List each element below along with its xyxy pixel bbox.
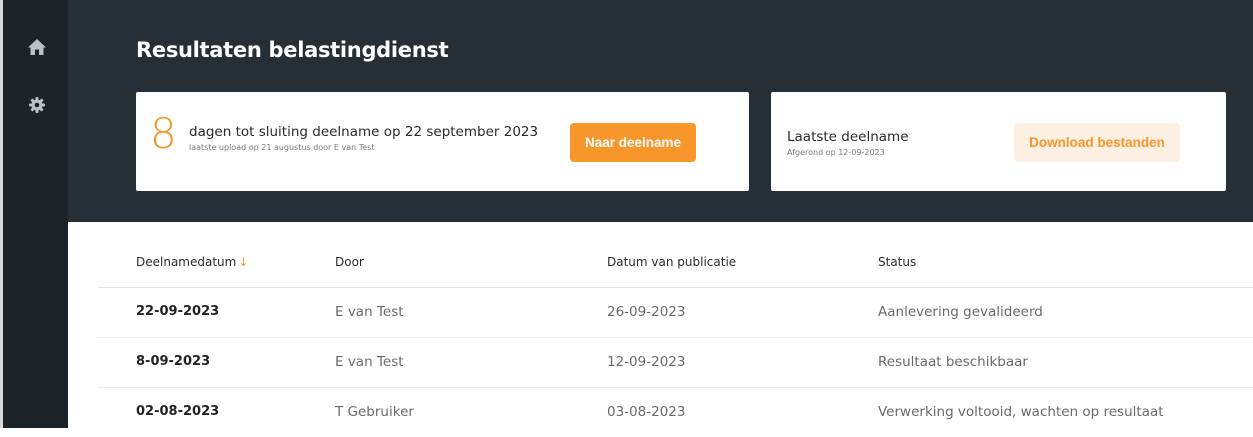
countdown-card: 8 dagen tot sluiting deelname op 22 sept…	[136, 92, 749, 191]
table-row[interactable]: 8-09-2023 E van Test 12-09-2023 Resultaa…	[98, 338, 1253, 388]
column-header-submission-date[interactable]: Deelnamedatum ↓	[136, 255, 248, 269]
cell-publication-date: 12-09-2023	[607, 354, 686, 370]
header-panel: Resultaten belastingdienst 8 dagen tot s…	[68, 0, 1253, 222]
column-header-publication-date[interactable]: Datum van publicatie	[607, 255, 736, 269]
sidebar	[3, 0, 68, 428]
cell-by: T Gebruiker	[335, 404, 414, 420]
last-upload-text: laatste upload op 21 augustus door E van…	[189, 143, 375, 152]
column-header-label: Deelnamedatum	[136, 255, 237, 269]
cell-publication-date: 26-09-2023	[607, 304, 686, 320]
go-to-submission-button[interactable]: Naar deelname	[570, 123, 696, 162]
cell-by: E van Test	[335, 354, 404, 370]
table-row[interactable]: 22-09-2023 E van Test 26-09-2023 Aanleve…	[98, 288, 1253, 338]
cell-submission-date: 22-09-2023	[136, 304, 220, 319]
sort-arrow-icon: ↓	[238, 255, 249, 269]
app-window: Resultaten belastingdienst 8 dagen tot s…	[0, 0, 1253, 428]
table-header: Deelnamedatum ↓ Door Datum van publicatie…	[98, 238, 1253, 288]
results-table: Deelnamedatum ↓ Door Datum van publicatie…	[98, 238, 1253, 437]
cell-status: Resultaat beschikbaar	[878, 354, 1028, 370]
cell-status: Aanlevering gevalideerd	[878, 304, 1043, 320]
cell-submission-date: 02-08-2023	[136, 404, 220, 419]
home-icon[interactable]	[27, 37, 47, 57]
page-title: Resultaten belastingdienst	[136, 38, 449, 62]
last-submission-label: Laatste deelname	[787, 129, 909, 145]
cell-publication-date: 03-08-2023	[607, 404, 686, 420]
column-header-status[interactable]: Status	[878, 255, 916, 269]
countdown-text: dagen tot sluiting deelname op 22 septem…	[189, 124, 539, 140]
last-submission-date: Afgerond op 12-09-2023	[787, 148, 885, 157]
cell-submission-date: 8-09-2023	[136, 354, 211, 369]
download-files-button[interactable]: Download bestanden	[1014, 123, 1180, 162]
cell-by: E van Test	[335, 304, 404, 320]
cell-status: Verwerking voltooid, wachten op resultaa…	[878, 404, 1164, 420]
last-submission-card: Laatste deelname Afgerond op 12-09-2023 …	[771, 92, 1226, 191]
gear-icon[interactable]	[27, 95, 47, 115]
table-row[interactable]: 02-08-2023 T Gebruiker 03-08-2023 Verwer…	[98, 388, 1253, 437]
days-remaining-count: 8	[150, 109, 177, 158]
column-header-by[interactable]: Door	[335, 255, 364, 269]
